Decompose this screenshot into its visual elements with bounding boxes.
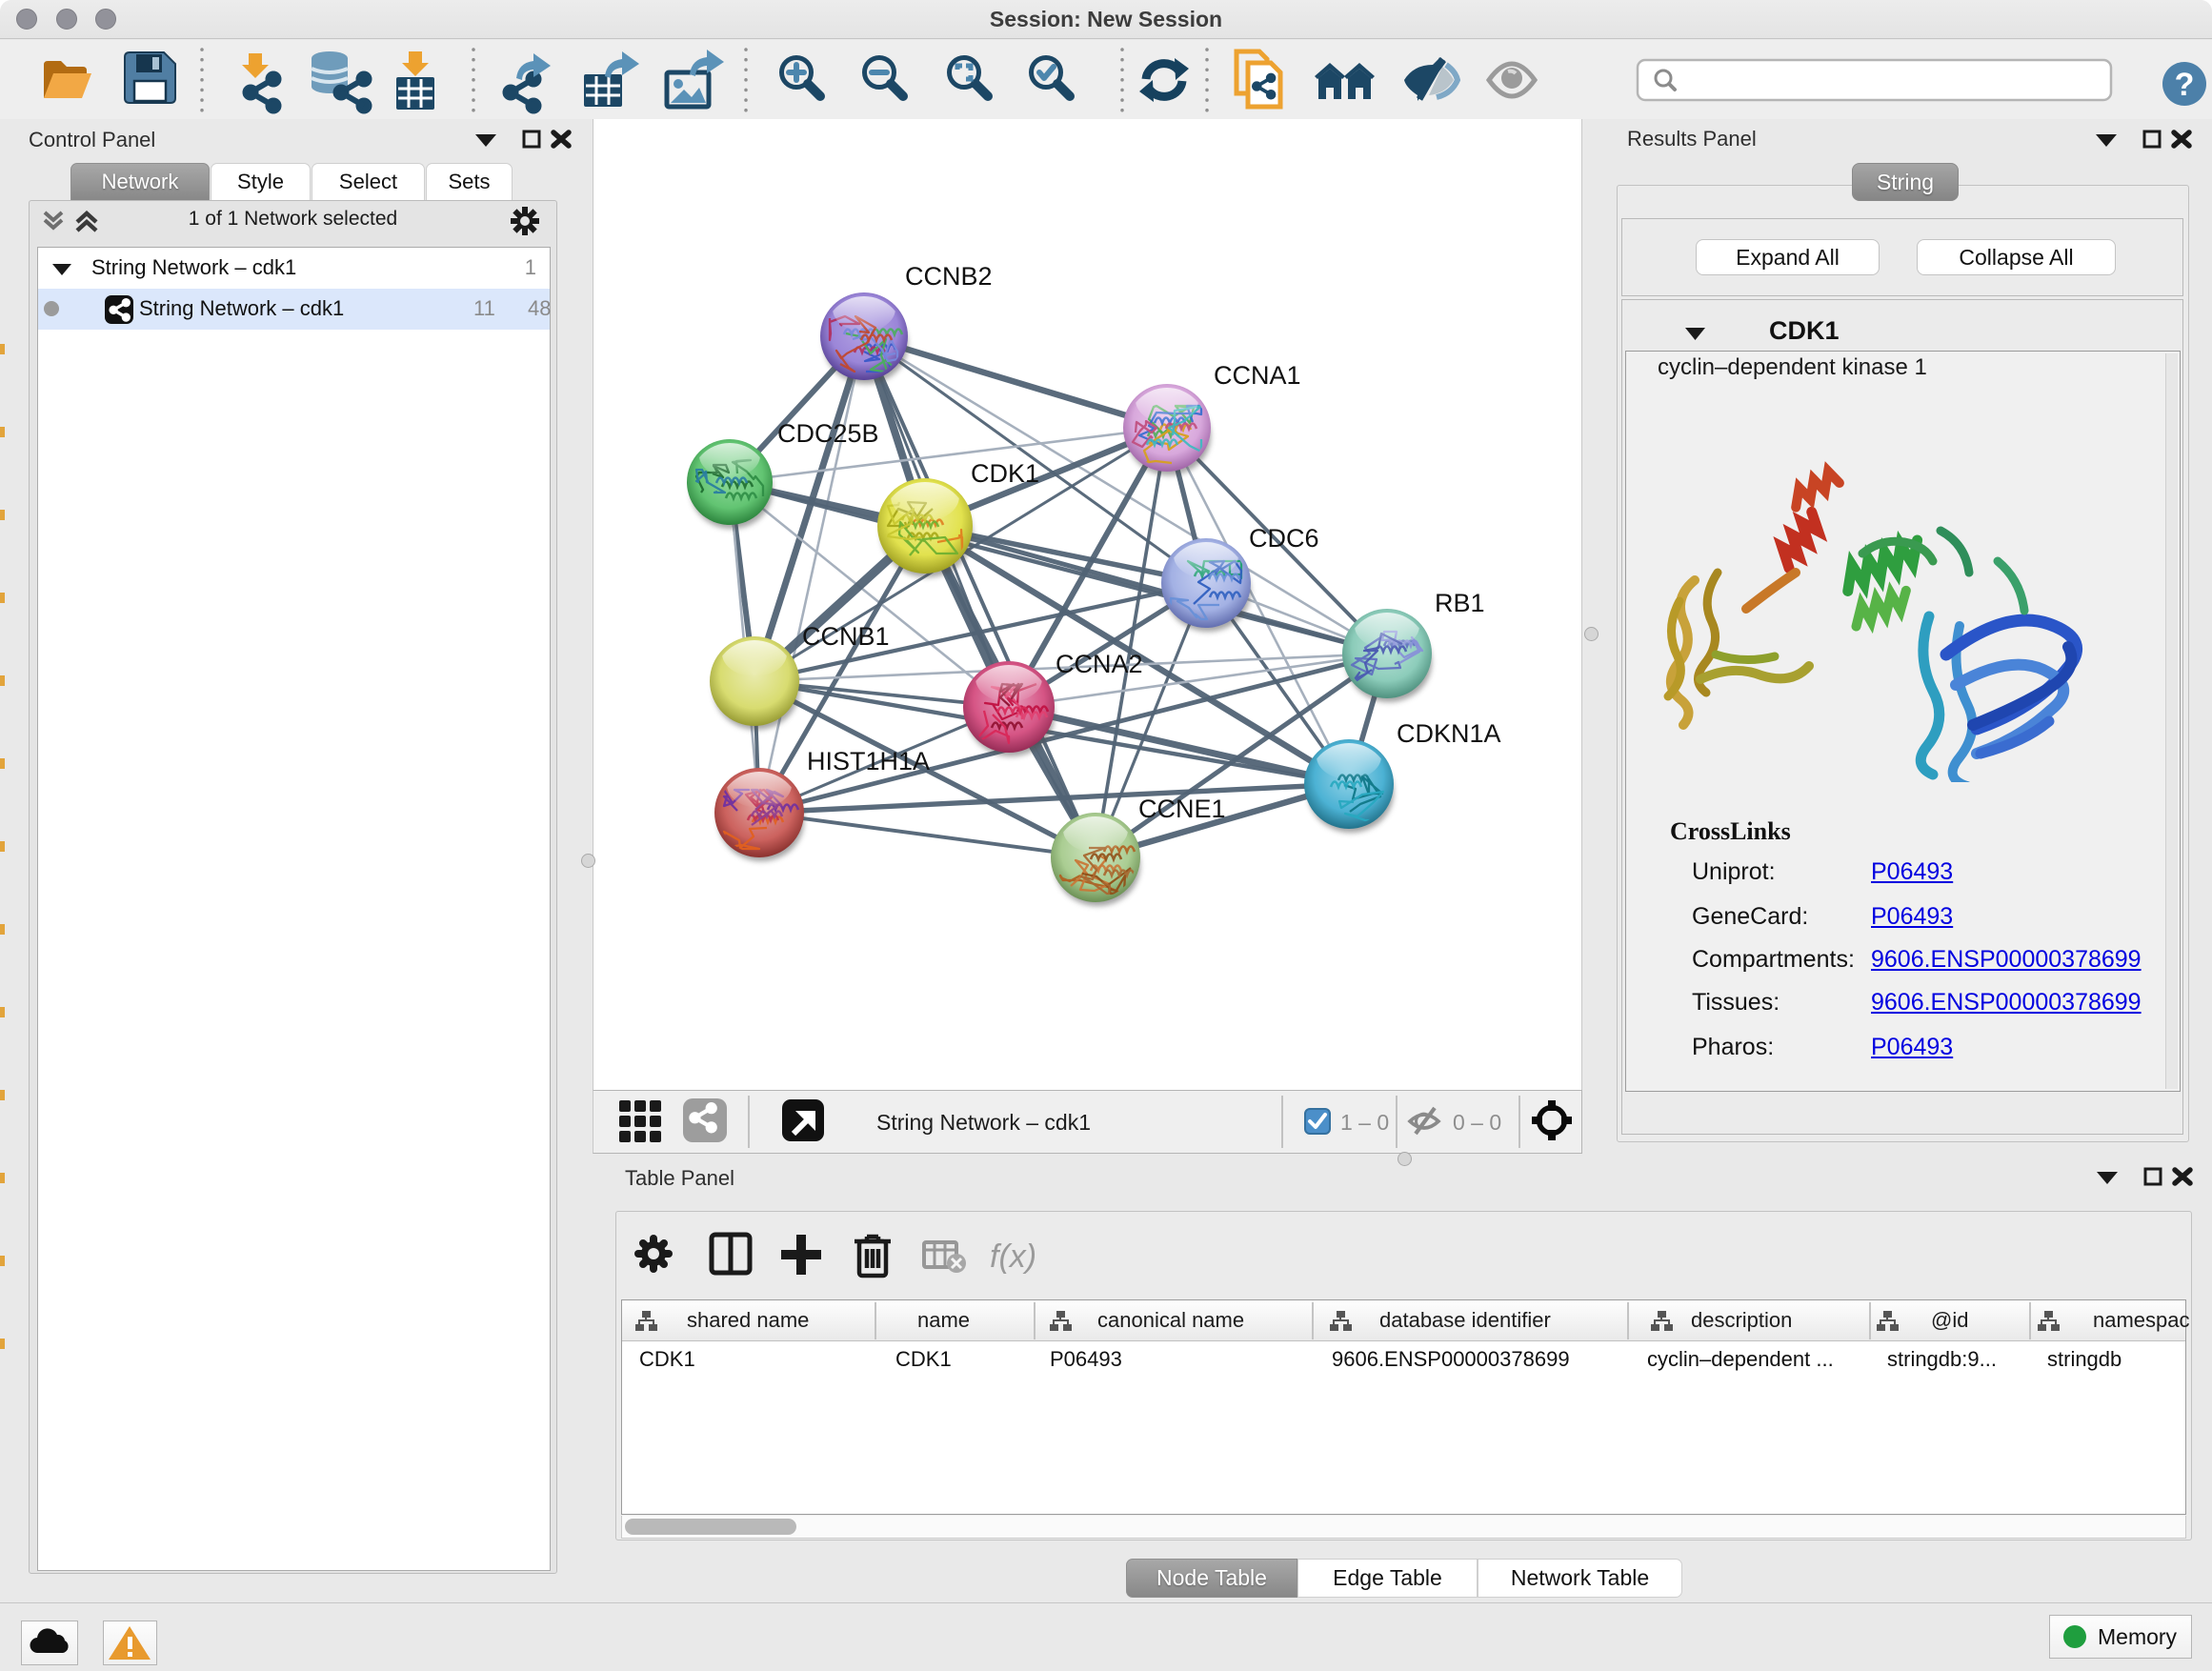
- svg-text:CCNB2: CCNB2: [905, 262, 993, 291]
- svg-text:CDC6: CDC6: [1249, 524, 1319, 553]
- svg-text:f(x): f(x): [990, 1238, 1036, 1275]
- svg-text:0 – 0: 0 – 0: [1453, 1110, 1501, 1135]
- svg-text:CDC25B: CDC25B: [777, 419, 879, 448]
- svg-text:CCNB1: CCNB1: [802, 622, 890, 651]
- svg-text:CDK1: CDK1: [971, 459, 1039, 488]
- svg-text:CDKN1A: CDKN1A: [1397, 719, 1501, 748]
- svg-text:1 – 0: 1 – 0: [1340, 1110, 1389, 1135]
- svg-text:CCNA2: CCNA2: [1056, 650, 1143, 678]
- svg-text:String Network – cdk1: String Network – cdk1: [876, 1110, 1091, 1135]
- svg-text:RB1: RB1: [1435, 589, 1485, 617]
- svg-text:HIST1H1A: HIST1H1A: [807, 747, 930, 775]
- svg-text:?: ?: [2175, 67, 2195, 103]
- svg-text:CCNE1: CCNE1: [1138, 795, 1226, 823]
- svg-text:CCNA1: CCNA1: [1214, 361, 1301, 390]
